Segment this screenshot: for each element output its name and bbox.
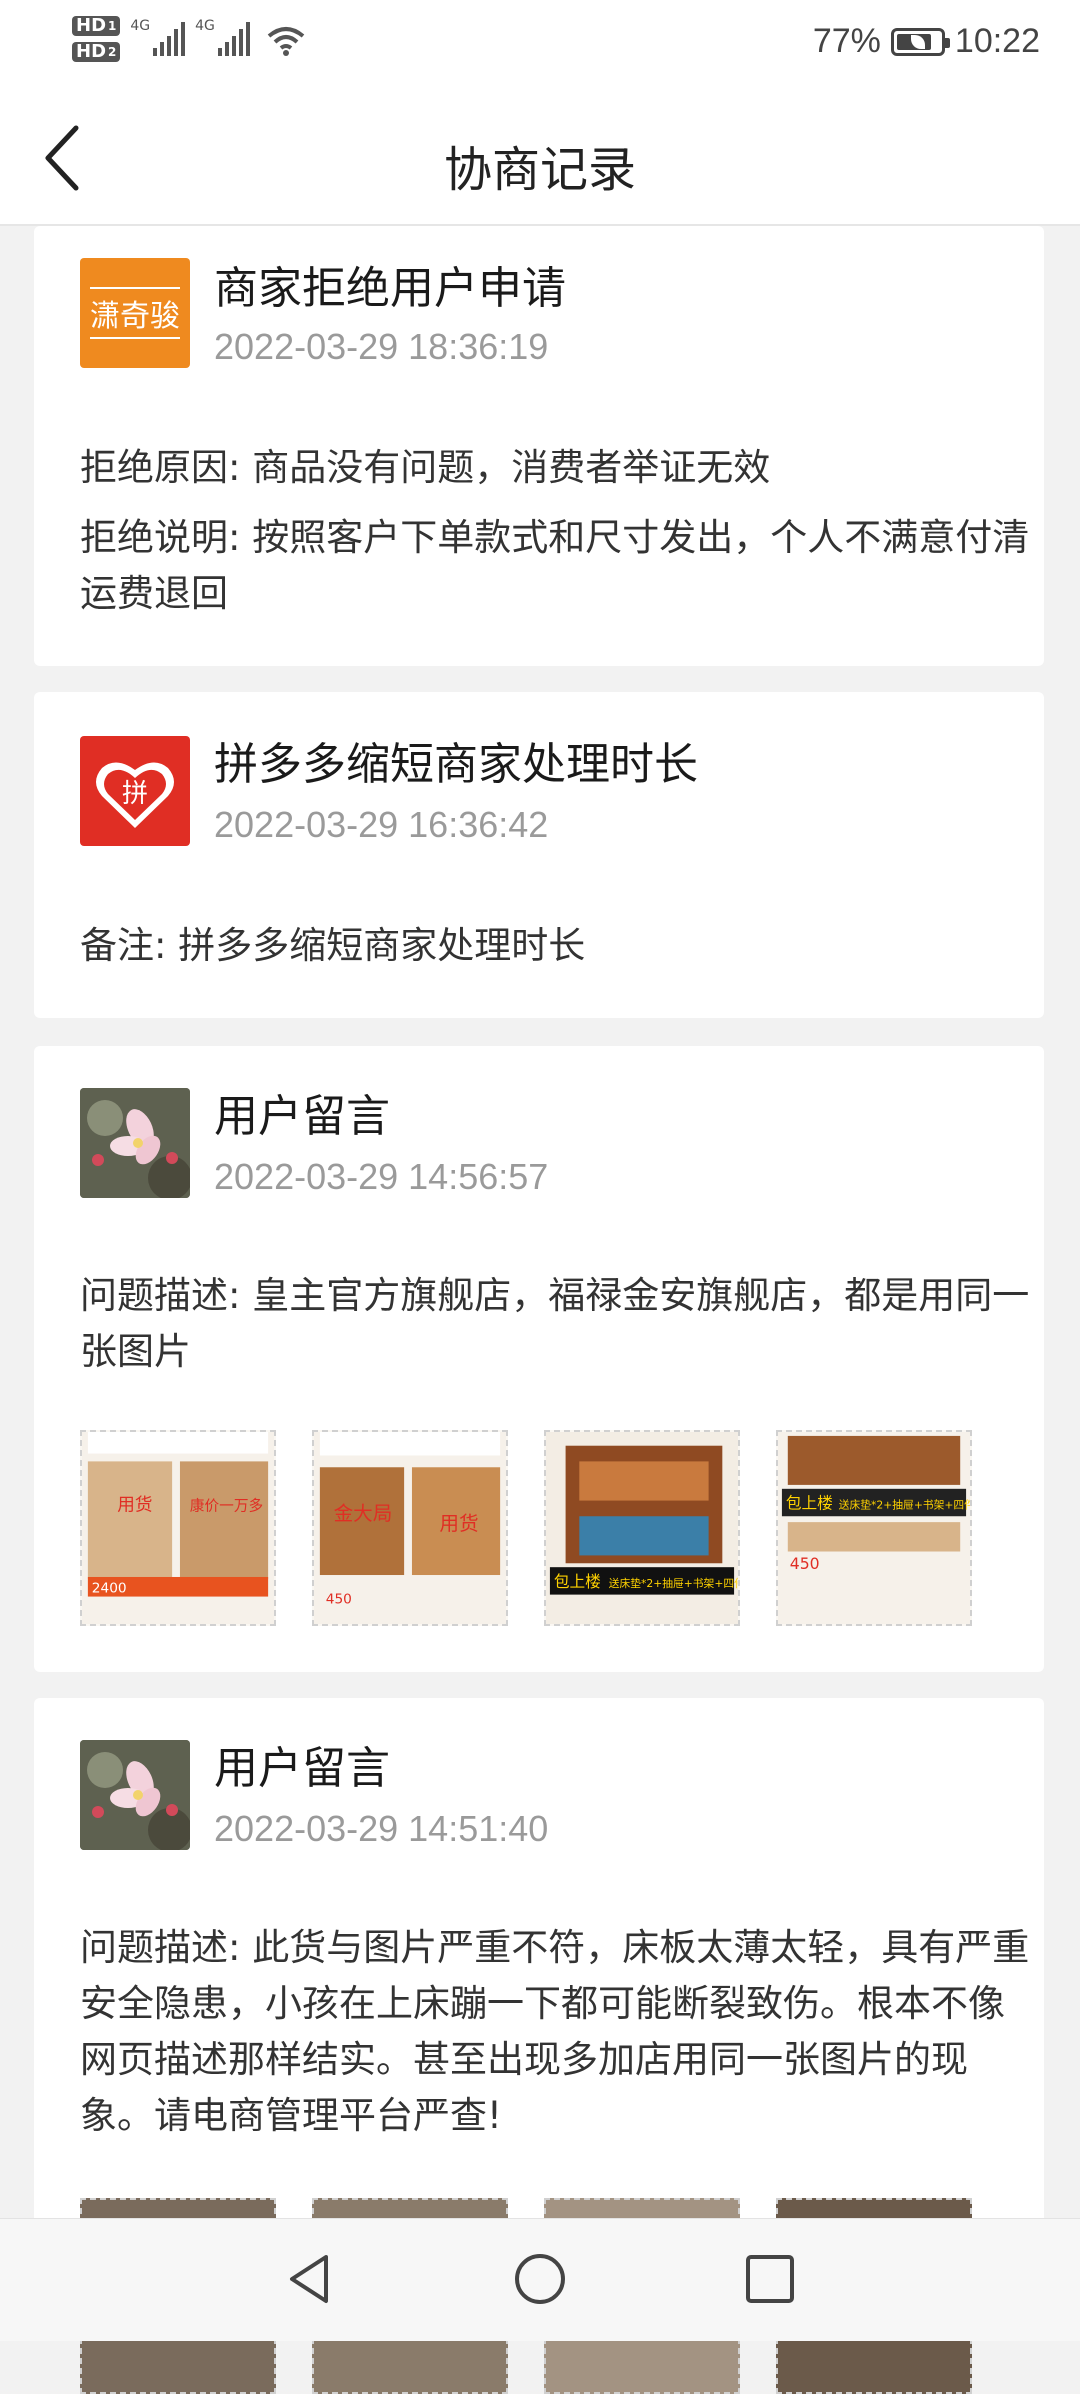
svg-text:450: 450 xyxy=(326,1591,352,1607)
sim2-signal-icon: 4G xyxy=(195,18,250,56)
svg-text:用货: 用货 xyxy=(117,1494,152,1515)
sim1-signal-icon: 4G xyxy=(130,18,186,56)
evidence-image[interactable]: 金大局 用货 450 xyxy=(312,1430,508,1626)
svg-text:拼: 拼 xyxy=(122,779,148,809)
sim2-hd-badge: HD 2 xyxy=(72,42,121,62)
reject-description: 拒绝说明: 按照客户下单款式和尺寸发出，个人不满意付清运费退回 xyxy=(80,516,1030,615)
svg-text:金大局: 金大局 xyxy=(334,1502,393,1525)
store-logo-icon: 潇奇骏 xyxy=(80,258,190,368)
problem-description: 问题描述: 此货与图片严重不符，床板太薄太轻，具有严重安全隐患，小孩在上床蹦一下… xyxy=(80,1926,1030,2137)
svg-text:包上楼: 包上楼 xyxy=(554,1572,601,1591)
recent-square-icon[interactable] xyxy=(740,2249,800,2309)
record-time: 2022-03-29 16:36:42 xyxy=(214,804,549,845)
evidence-image[interactable]: 用货 康价一万多 2400 xyxy=(80,1430,276,1626)
evidence-images: 用货 康价一万多 2400 金大局 用货 450 包上楼 送床垫*2+抽屉+书架… xyxy=(80,1430,972,1626)
pinduoduo-logo-icon: 拼 xyxy=(80,736,190,846)
user-avatar-icon xyxy=(80,1088,190,1198)
home-circle-icon[interactable] xyxy=(510,2249,570,2309)
page-title: 协商记录 xyxy=(443,142,636,198)
back-triangle-icon[interactable] xyxy=(280,2249,340,2309)
battery-percent: 77% xyxy=(812,22,881,60)
remark-text: 备注: 拼多多缩短商家处理时长 xyxy=(80,924,586,967)
user-avatar-icon xyxy=(80,1740,190,1850)
wifi-icon xyxy=(267,27,305,56)
record-card: 用户留言 2022-03-29 14:51:40 问题描述: 此货与图片严重不符… xyxy=(34,1698,1044,2394)
svg-text:康价一万多: 康价一万多 xyxy=(190,1497,263,1514)
svg-text:包上楼: 包上楼 xyxy=(786,1493,833,1512)
battery-icon xyxy=(890,27,950,56)
sim1-hd-badge: HD 1 xyxy=(72,16,121,36)
record-card: 用户留言 2022-03-29 14:56:57 问题描述: 皇主官方旗舰店，福… xyxy=(34,1046,1044,1672)
system-nav-bar xyxy=(0,2218,1080,2341)
record-card: 拼 拼多多缩短商家处理时长 2022-03-29 16:36:42 备注: 拼多… xyxy=(34,692,1044,1018)
record-time: 2022-03-29 14:51:40 xyxy=(214,1808,549,1849)
signal-group: HD 1 HD 2 4G 4G xyxy=(72,16,306,62)
status-right: 77% 10:22 xyxy=(813,22,1040,61)
reject-reason: 拒绝原因: 商品没有问题，消费者举证无效 xyxy=(80,446,771,489)
svg-text:用货: 用货 xyxy=(439,1512,478,1535)
svg-text:450: 450 xyxy=(790,1554,820,1573)
record-title: 商家拒绝用户申请 xyxy=(214,263,566,314)
record-title: 拼多多缩短商家处理时长 xyxy=(214,739,698,790)
clock: 10:22 xyxy=(954,22,1040,60)
record-title: 用户留言 xyxy=(214,1091,390,1142)
evidence-image[interactable]: 包上楼 送床垫*2+抽屉+书架+四件套 xyxy=(544,1430,740,1626)
svg-text:2400: 2400 xyxy=(92,1581,127,1597)
record-card: 潇奇骏 商家拒绝用户申请 2022-03-29 18:36:19 拒绝原因: 商… xyxy=(34,226,1044,666)
record-time: 2022-03-29 14:56:57 xyxy=(214,1156,549,1197)
app-header: 协商记录 xyxy=(0,90,1080,226)
evidence-image[interactable]: 包上楼 送床垫*2+抽屉+书架+四件套 450 xyxy=(776,1430,972,1626)
record-title: 用户留言 xyxy=(214,1743,390,1794)
svg-text:送床垫*2+抽屉+书架+四件套: 送床垫*2+抽屉+书架+四件套 xyxy=(839,1498,970,1511)
status-bar: HD 1 HD 2 4G 4G 77% 10:22 xyxy=(0,0,1080,90)
record-time: 2022-03-29 18:36:19 xyxy=(214,326,549,367)
problem-description: 问题描述: 皇主官方旗舰店，福禄金安旗舰店，都是用同一张图片 xyxy=(80,1274,1030,1373)
svg-text:送床垫*2+抽屉+书架+四件套: 送床垫*2+抽屉+书架+四件套 xyxy=(609,1577,738,1590)
